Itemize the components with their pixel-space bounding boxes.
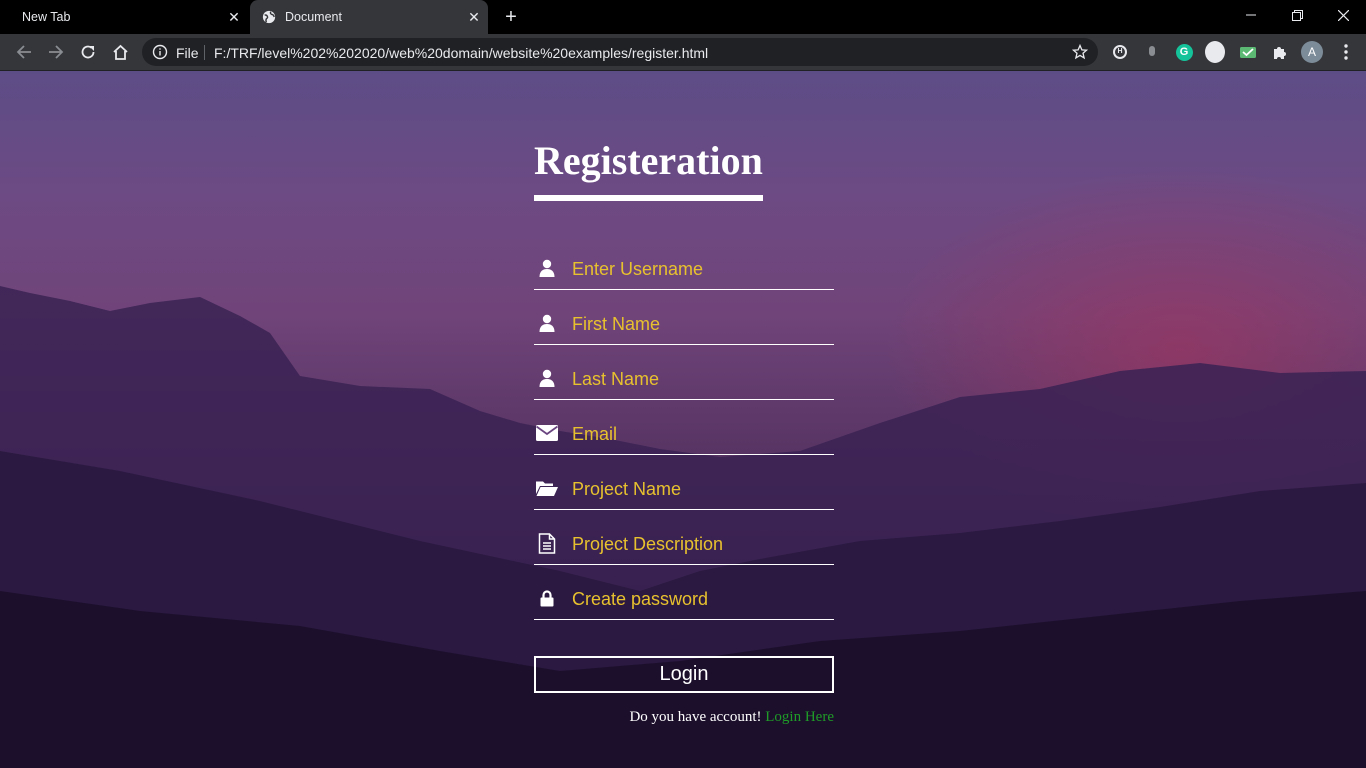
- url-text[interactable]: F:/TRF/level%202%202020/web%20domain/web…: [214, 45, 708, 61]
- project-description-field: [534, 525, 834, 565]
- user-icon: [534, 311, 560, 335]
- arrow-right-icon: [49, 45, 64, 59]
- title-underline: [534, 195, 763, 201]
- close-window-button[interactable]: [1320, 0, 1366, 30]
- home-icon: [112, 44, 128, 60]
- new-tab-button[interactable]: +: [500, 6, 522, 28]
- email-input[interactable]: [572, 419, 832, 449]
- page-viewport: Registeration Enter Username First Name …: [0, 71, 1366, 768]
- tab-title: New Tab: [22, 10, 71, 24]
- login-button[interactable]: Login: [534, 656, 834, 693]
- restore-icon: [1291, 9, 1303, 21]
- tab-document[interactable]: Document ✕: [250, 0, 488, 34]
- email-field: [534, 415, 834, 455]
- lock-icon: [534, 586, 560, 610]
- user-icon: [534, 366, 560, 390]
- forward-button[interactable]: [44, 40, 68, 64]
- reload-icon: [81, 45, 95, 59]
- tab-new-tab[interactable]: New Tab ✕: [0, 0, 248, 34]
- mail-check-icon: [1240, 47, 1256, 58]
- last-name-input[interactable]: [572, 364, 832, 394]
- first-name-field: [534, 305, 834, 345]
- password-field: [534, 580, 834, 620]
- extension-h-button[interactable]: H: [1110, 42, 1130, 62]
- extensions-button[interactable]: [1270, 42, 1290, 62]
- project-name-input[interactable]: [572, 474, 832, 504]
- tab-strip: New Tab ✕ Document ✕ +: [0, 0, 1366, 34]
- document-icon: [534, 531, 560, 555]
- browser-menu-button[interactable]: [1334, 40, 1358, 64]
- restore-button[interactable]: [1274, 0, 1320, 30]
- username-input[interactable]: [572, 254, 832, 284]
- account-prompt: Do you have account! Login Here: [534, 709, 834, 726]
- grammarly-button[interactable]: G: [1174, 42, 1194, 62]
- page-title: Registeration: [534, 138, 763, 183]
- back-button[interactable]: [12, 40, 36, 64]
- microphone-icon: [1149, 46, 1155, 56]
- profile-avatar[interactable]: A: [1301, 41, 1323, 63]
- puzzle-icon: [1274, 47, 1286, 59]
- extension-mail-button[interactable]: [1238, 42, 1258, 62]
- close-tab-icon[interactable]: ✕: [226, 9, 242, 25]
- username-field: [534, 250, 834, 290]
- home-button[interactable]: [108, 40, 132, 64]
- close-tab-icon[interactable]: ✕: [466, 9, 482, 25]
- user-icon: [534, 256, 560, 280]
- extension-circle-icon: [1205, 41, 1225, 63]
- arrow-left-icon: [16, 45, 31, 59]
- login-here-link[interactable]: Login Here: [765, 709, 834, 725]
- url-scheme-label: File: [176, 45, 199, 61]
- tab-title: Document: [285, 10, 342, 24]
- minimize-button[interactable]: [1228, 0, 1274, 30]
- globe-icon: [262, 10, 276, 24]
- project-description-input[interactable]: [572, 529, 832, 559]
- reload-button[interactable]: [76, 40, 100, 64]
- project-name-field: [534, 470, 834, 510]
- star-icon[interactable]: [1072, 44, 1088, 60]
- envelope-icon: [534, 421, 560, 445]
- divider: [204, 45, 205, 60]
- grammarly-icon: G: [1175, 43, 1193, 61]
- minimize-icon: [1246, 14, 1256, 16]
- account-prompt-text: Do you have account!: [629, 709, 762, 725]
- address-bar[interactable]: File F:/TRF/level%202%202020/web%20domai…: [142, 38, 1098, 66]
- extension-mic-button[interactable]: [1142, 42, 1162, 62]
- first-name-input[interactable]: [572, 309, 832, 339]
- last-name-field: [534, 360, 834, 400]
- close-icon: [1337, 9, 1349, 21]
- more-vert-icon: [1344, 44, 1348, 60]
- extension-h-icon: H: [1113, 45, 1127, 59]
- info-icon[interactable]: [152, 44, 168, 60]
- folder-open-icon: [534, 476, 560, 500]
- browser-toolbar: File F:/TRF/level%202%202020/web%20domai…: [0, 34, 1366, 71]
- window-controls: [1228, 0, 1366, 30]
- password-input[interactable]: [572, 584, 832, 614]
- extension-white-button[interactable]: [1205, 41, 1225, 63]
